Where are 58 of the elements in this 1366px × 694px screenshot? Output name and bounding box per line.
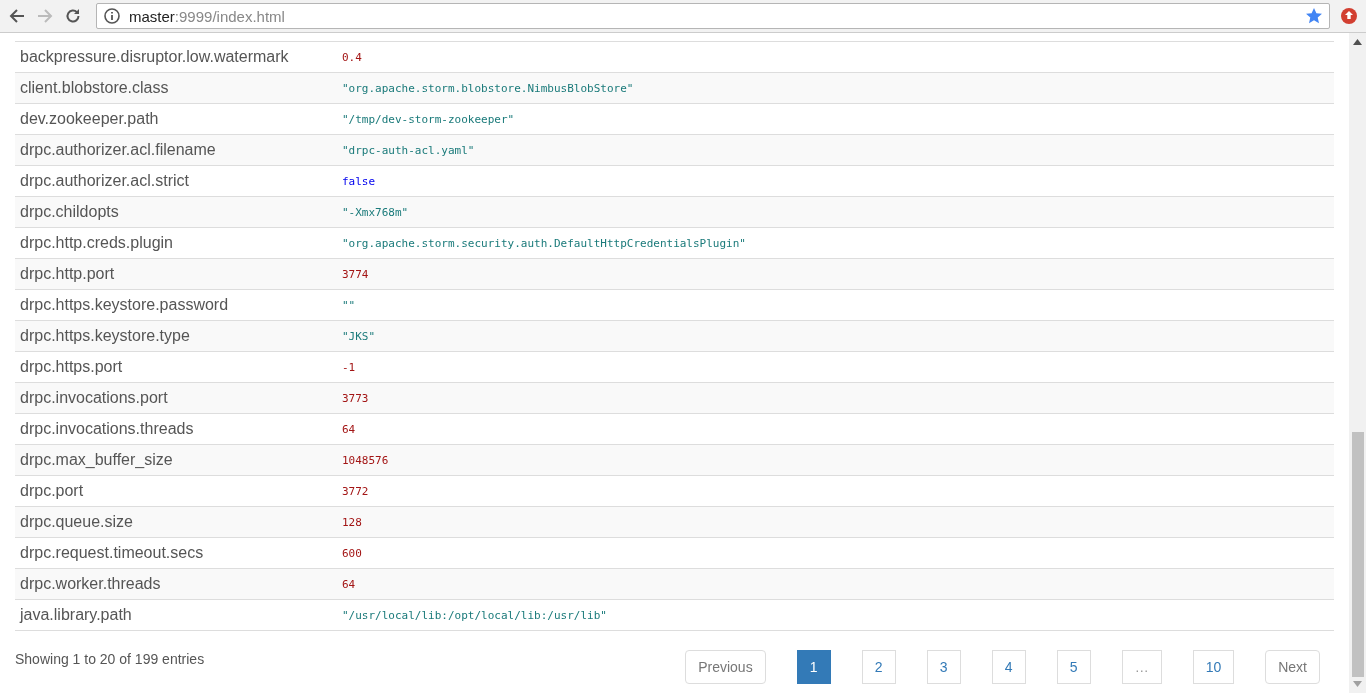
back-icon[interactable]	[8, 7, 26, 25]
config-value: 0.4	[341, 50, 362, 64]
config-key: drpc.https.port	[15, 358, 337, 376]
config-key: drpc.worker.threads	[15, 575, 337, 593]
page-button[interactable]: 1	[796, 650, 831, 684]
config-value: "JKS"	[341, 329, 376, 343]
config-key: java.library.path	[15, 606, 337, 624]
page-button[interactable]: 3	[926, 650, 961, 684]
config-key: drpc.max_buffer_size	[15, 451, 337, 469]
page-nav-button[interactable]: Previous	[685, 650, 766, 684]
scroll-up-icon[interactable]	[1353, 39, 1362, 45]
config-value: 600	[341, 546, 362, 560]
page-button[interactable]: 10	[1192, 650, 1235, 684]
config-key: drpc.http.port	[15, 265, 337, 283]
info-icon[interactable]	[103, 7, 121, 25]
star-icon[interactable]	[1305, 7, 1323, 25]
config-value: 64	[341, 577, 356, 591]
config-value: "/tmp/dev-storm-zookeeper"	[341, 112, 515, 126]
config-key: drpc.childopts	[15, 203, 337, 221]
config-value: 128	[341, 515, 362, 529]
config-value: 3772	[341, 484, 369, 498]
config-key: client.blobstore.class	[15, 79, 337, 97]
upload-icon[interactable]	[1340, 7, 1358, 25]
page-button[interactable]: 4	[991, 650, 1026, 684]
config-value: "org.apache.storm.blobstore.NimbusBlobStore"	[341, 81, 634, 95]
config-value: "/usr/local/lib:/opt/local/lib:/usr/lib"	[341, 608, 607, 622]
config-value: false	[341, 174, 376, 188]
config-value: 3774	[341, 267, 369, 281]
config-key: drpc.https.keystore.type	[15, 327, 337, 345]
config-value: 1048576	[341, 453, 389, 467]
config-key: drpc.invocations.port	[15, 389, 337, 407]
config-key: drpc.queue.size	[15, 513, 337, 531]
config-key: drpc.http.creds.plugin	[15, 234, 337, 252]
config-value: -1	[341, 360, 356, 374]
config-value: 64	[341, 422, 356, 436]
address-bar[interactable]: master:9999/index.html	[96, 3, 1330, 29]
config-key: dev.zookeeper.path	[15, 110, 337, 128]
config-value: "org.apache.storm.security.auth.DefaultHttpCredentialsPlugin"	[341, 236, 746, 250]
page-nav-button[interactable]: Next	[1265, 650, 1320, 684]
entries-info: Showing 1 to 20 of 199 entries	[15, 651, 205, 669]
page-ellipsis[interactable]: …	[1121, 650, 1162, 684]
config-key: backpressure.disruptor.low.watermark	[15, 48, 337, 66]
config-value: ""	[341, 298, 356, 312]
scrollbar-thumb[interactable]	[1351, 432, 1364, 677]
page-button[interactable]: 2	[861, 650, 896, 684]
config-key: drpc.invocations.threads	[15, 420, 337, 438]
config-key: drpc.authorizer.acl.filename	[15, 141, 337, 159]
config-value: 3773	[341, 391, 369, 405]
config-key: drpc.https.keystore.password	[15, 296, 337, 314]
config-key: drpc.authorizer.acl.strict	[15, 172, 337, 190]
url-text: master:9999/index.html	[129, 7, 285, 25]
reload-icon[interactable]	[64, 7, 82, 25]
config-key: drpc.port	[15, 482, 337, 500]
config-value: "-Xmx768m"	[341, 205, 409, 219]
page-button[interactable]: 5	[1056, 650, 1091, 684]
config-value: "drpc-auth-acl.yaml"	[341, 143, 475, 157]
scrollbar[interactable]	[1349, 33, 1366, 693]
config-key: drpc.request.timeout.secs	[15, 544, 337, 562]
